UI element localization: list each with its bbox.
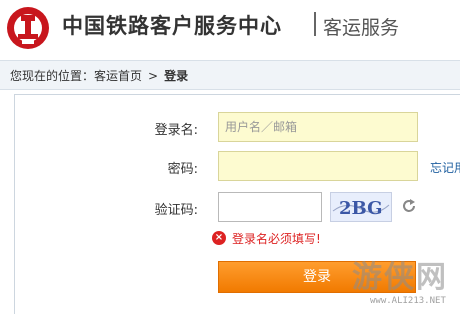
breadcrumb-current: 登录 (164, 69, 189, 83)
header-divider (314, 12, 316, 36)
captcha-image[interactable]: 2BG (330, 192, 392, 222)
captcha-input[interactable] (218, 192, 322, 222)
breadcrumb-bar: 您现在的位置：客运首页 > 登录 (0, 60, 460, 90)
watermark-logo: 游侠网 (352, 260, 448, 295)
breadcrumb-prefix: 您现在的位置： (10, 69, 95, 83)
header: 中国铁路客户服务中心 客运服务 (0, 0, 460, 52)
password-input[interactable] (218, 151, 418, 181)
breadcrumb-separator: > (148, 69, 159, 83)
watermark-url: www.ALI213.NET (370, 296, 446, 306)
error-message: 登录名必须填写! (232, 232, 321, 246)
breadcrumb-home-link[interactable]: 客运首页 (94, 69, 142, 83)
captcha-label: 验证码: (154, 203, 198, 218)
forgot-password-link[interactable]: 忘记用 (430, 159, 460, 176)
breadcrumb: 您现在的位置：客运首页 > 登录 (10, 67, 188, 84)
refresh-captcha-icon[interactable] (400, 197, 418, 215)
username-label: 登录名: (154, 123, 198, 138)
username-input[interactable]: 用户名／邮箱 (218, 112, 418, 142)
railway-logo-icon (7, 7, 49, 49)
password-label: 密码: (167, 162, 198, 177)
error-icon: × (212, 231, 226, 245)
site-subtitle[interactable]: 客运服务 (323, 13, 399, 40)
site-title: 中国铁路客户服务中心 (62, 14, 282, 38)
captcha-text: 2BG (339, 198, 382, 219)
